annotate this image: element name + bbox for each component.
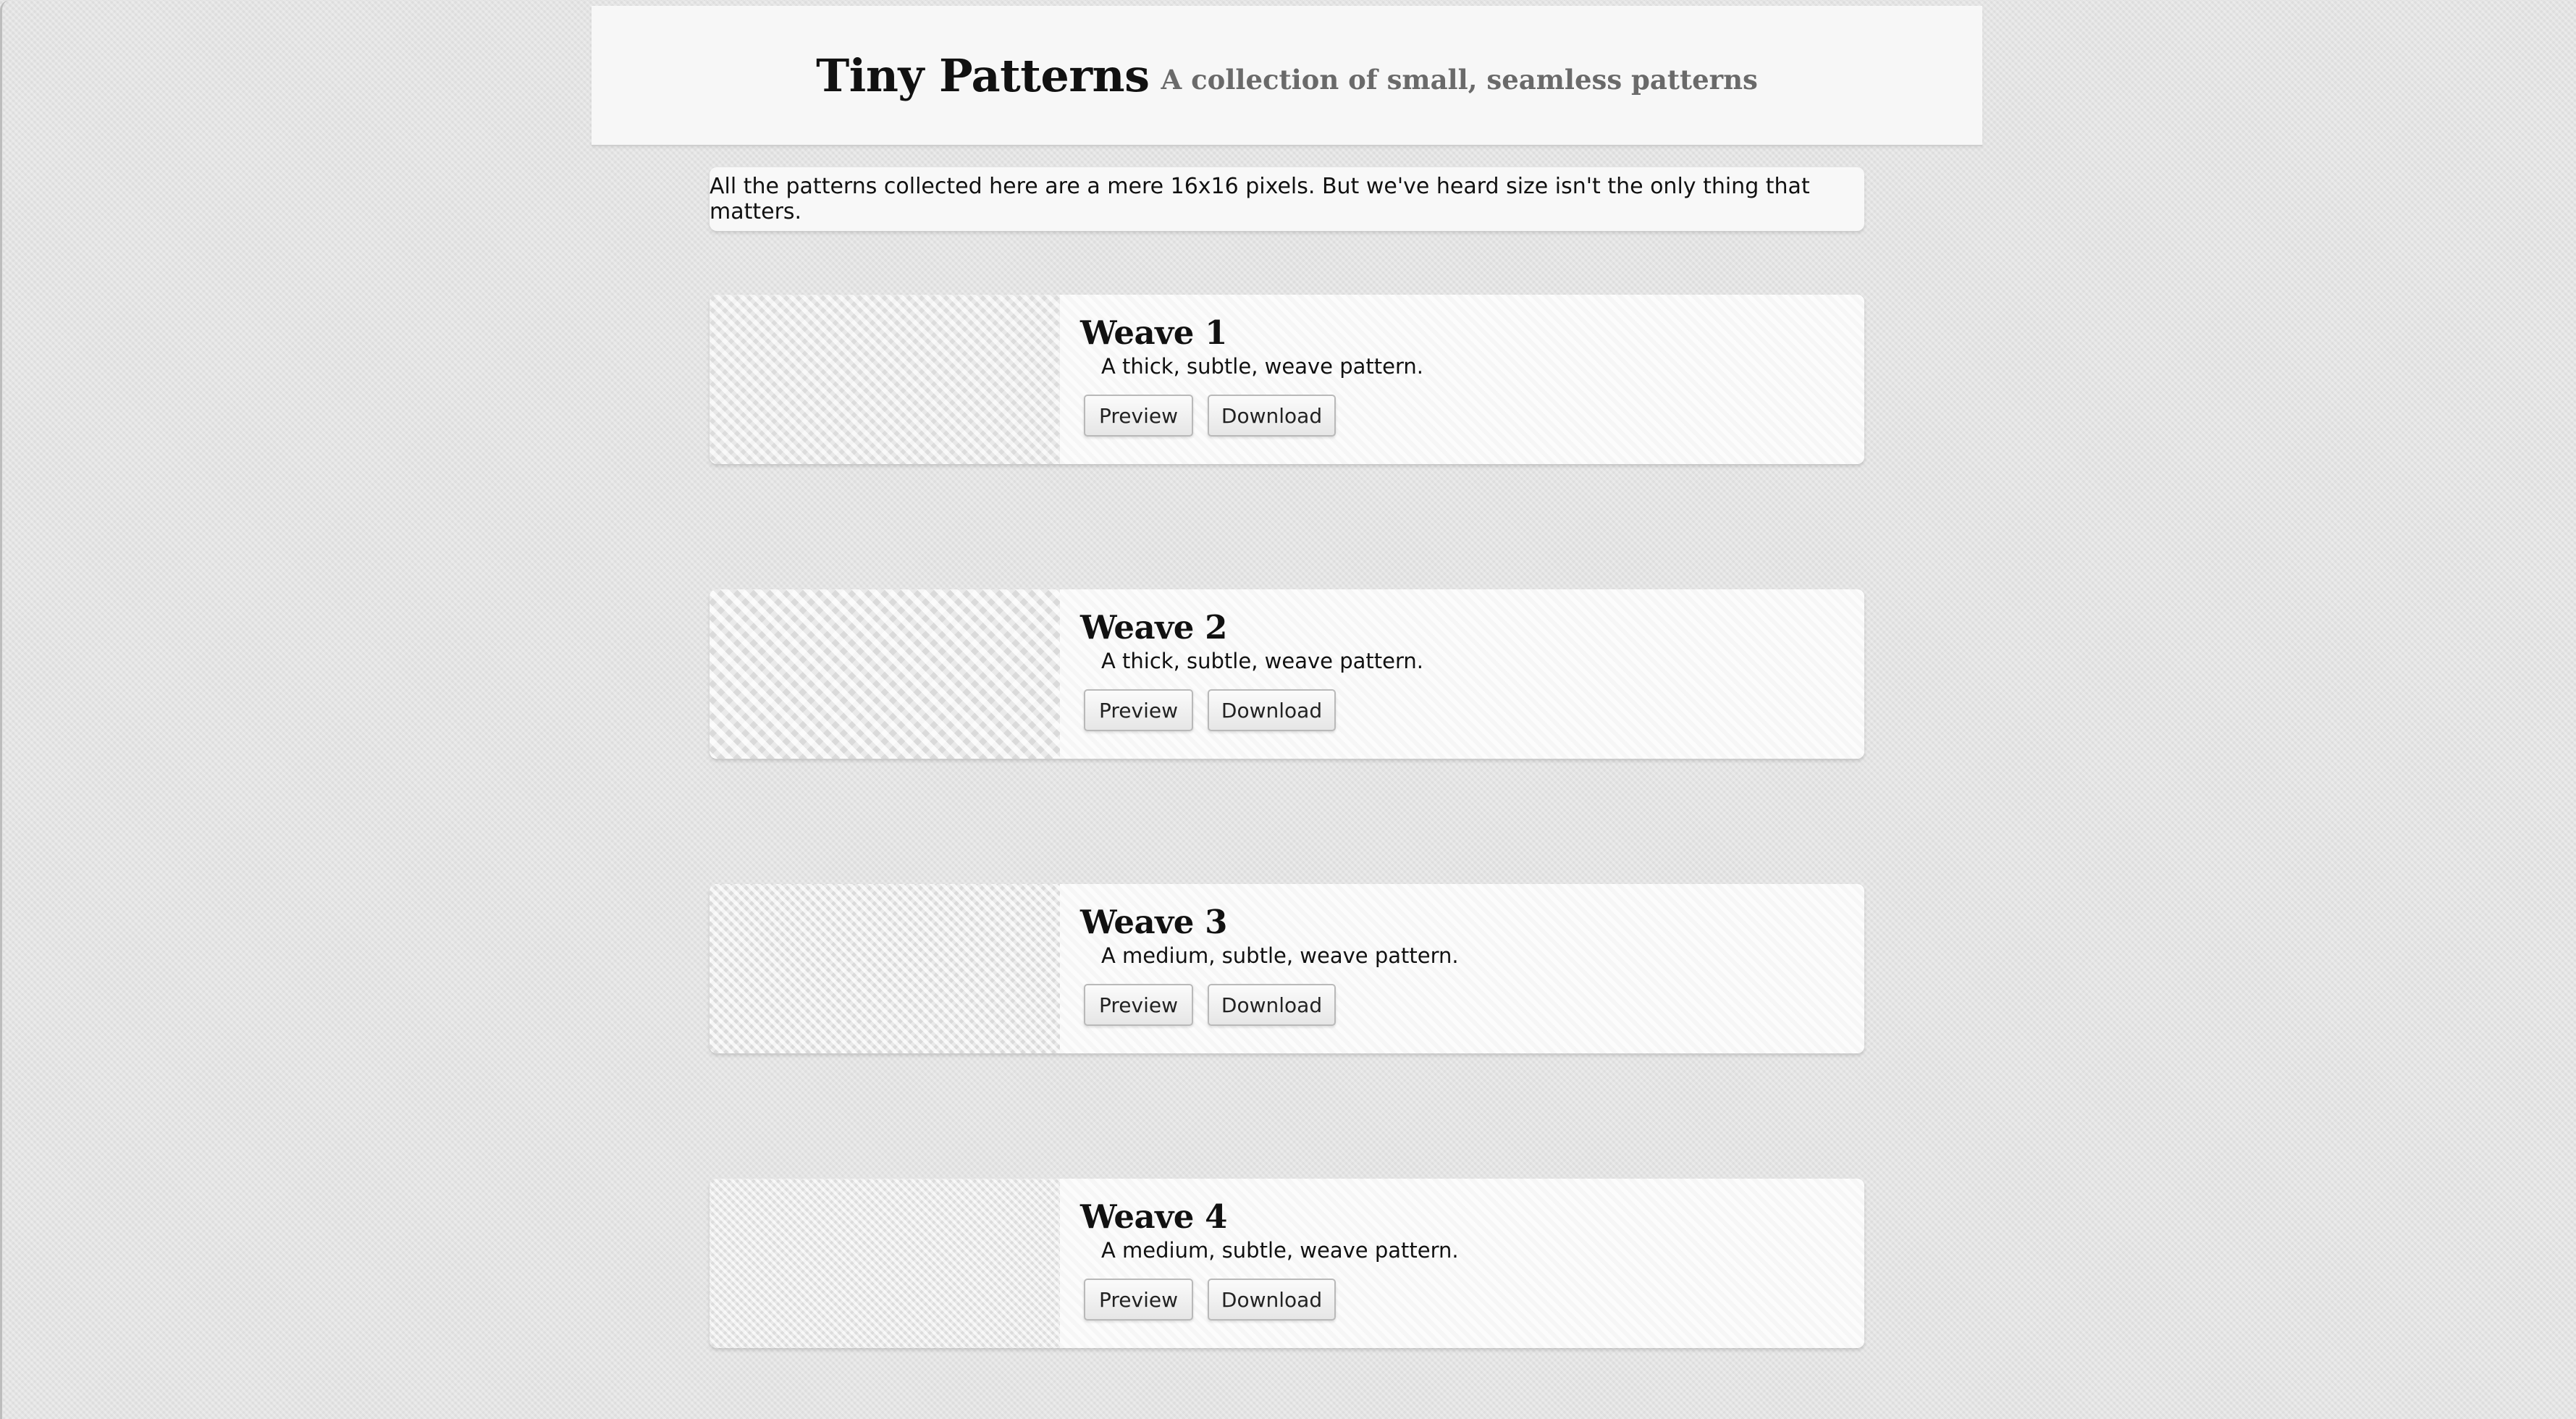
pattern-card: Weave 1 A thick, subtle, weave pattern. … <box>710 295 1864 464</box>
pattern-swatch <box>710 295 1060 464</box>
pattern-info: Weave 2 A thick, subtle, weave pattern. … <box>1060 589 1864 759</box>
download-button[interactable]: Download <box>1208 984 1336 1026</box>
download-button[interactable]: Download <box>1208 689 1336 731</box>
download-button[interactable]: Download <box>1208 1279 1336 1321</box>
intro-panel: All the patterns collected here are a me… <box>710 167 1864 231</box>
pattern-info: Weave 3 A medium, subtle, weave pattern.… <box>1060 884 1864 1053</box>
pattern-description: A medium, subtle, weave pattern. <box>1101 1238 1459 1263</box>
preview-button[interactable]: Preview <box>1084 395 1193 437</box>
pattern-info: Weave 4 A medium, subtle, weave pattern.… <box>1060 1179 1864 1348</box>
site-title[interactable]: Tiny Patterns <box>816 49 1150 102</box>
pattern-name: Weave 2 <box>1080 608 1227 647</box>
pattern-swatch <box>710 589 1060 759</box>
download-button[interactable]: Download <box>1208 395 1336 437</box>
pattern-description: A thick, subtle, weave pattern. <box>1101 354 1423 379</box>
preview-button[interactable]: Preview <box>1084 1279 1193 1321</box>
site-subtitle: A collection of small, seamless patterns <box>1161 64 1758 96</box>
pattern-info: Weave 1 A thick, subtle, weave pattern. … <box>1060 295 1864 464</box>
pattern-swatch <box>710 884 1060 1053</box>
preview-button[interactable]: Preview <box>1084 984 1193 1026</box>
pattern-card: Weave 4 A medium, subtle, weave pattern.… <box>710 1179 1864 1348</box>
pattern-name: Weave 3 <box>1080 903 1227 941</box>
pattern-card: Weave 3 A medium, subtle, weave pattern.… <box>710 884 1864 1053</box>
pattern-swatch <box>710 1179 1060 1348</box>
site-header: Tiny Patterns A collection of small, sea… <box>592 6 1982 146</box>
pattern-name: Weave 4 <box>1080 1197 1227 1236</box>
pattern-description: A thick, subtle, weave pattern. <box>1101 649 1423 673</box>
preview-button[interactable]: Preview <box>1084 689 1193 731</box>
pattern-description: A medium, subtle, weave pattern. <box>1101 943 1459 968</box>
pattern-card: Weave 2 A thick, subtle, weave pattern. … <box>710 589 1864 759</box>
pattern-name: Weave 1 <box>1080 313 1227 352</box>
intro-text: All the patterns collected here are a me… <box>710 174 1810 224</box>
